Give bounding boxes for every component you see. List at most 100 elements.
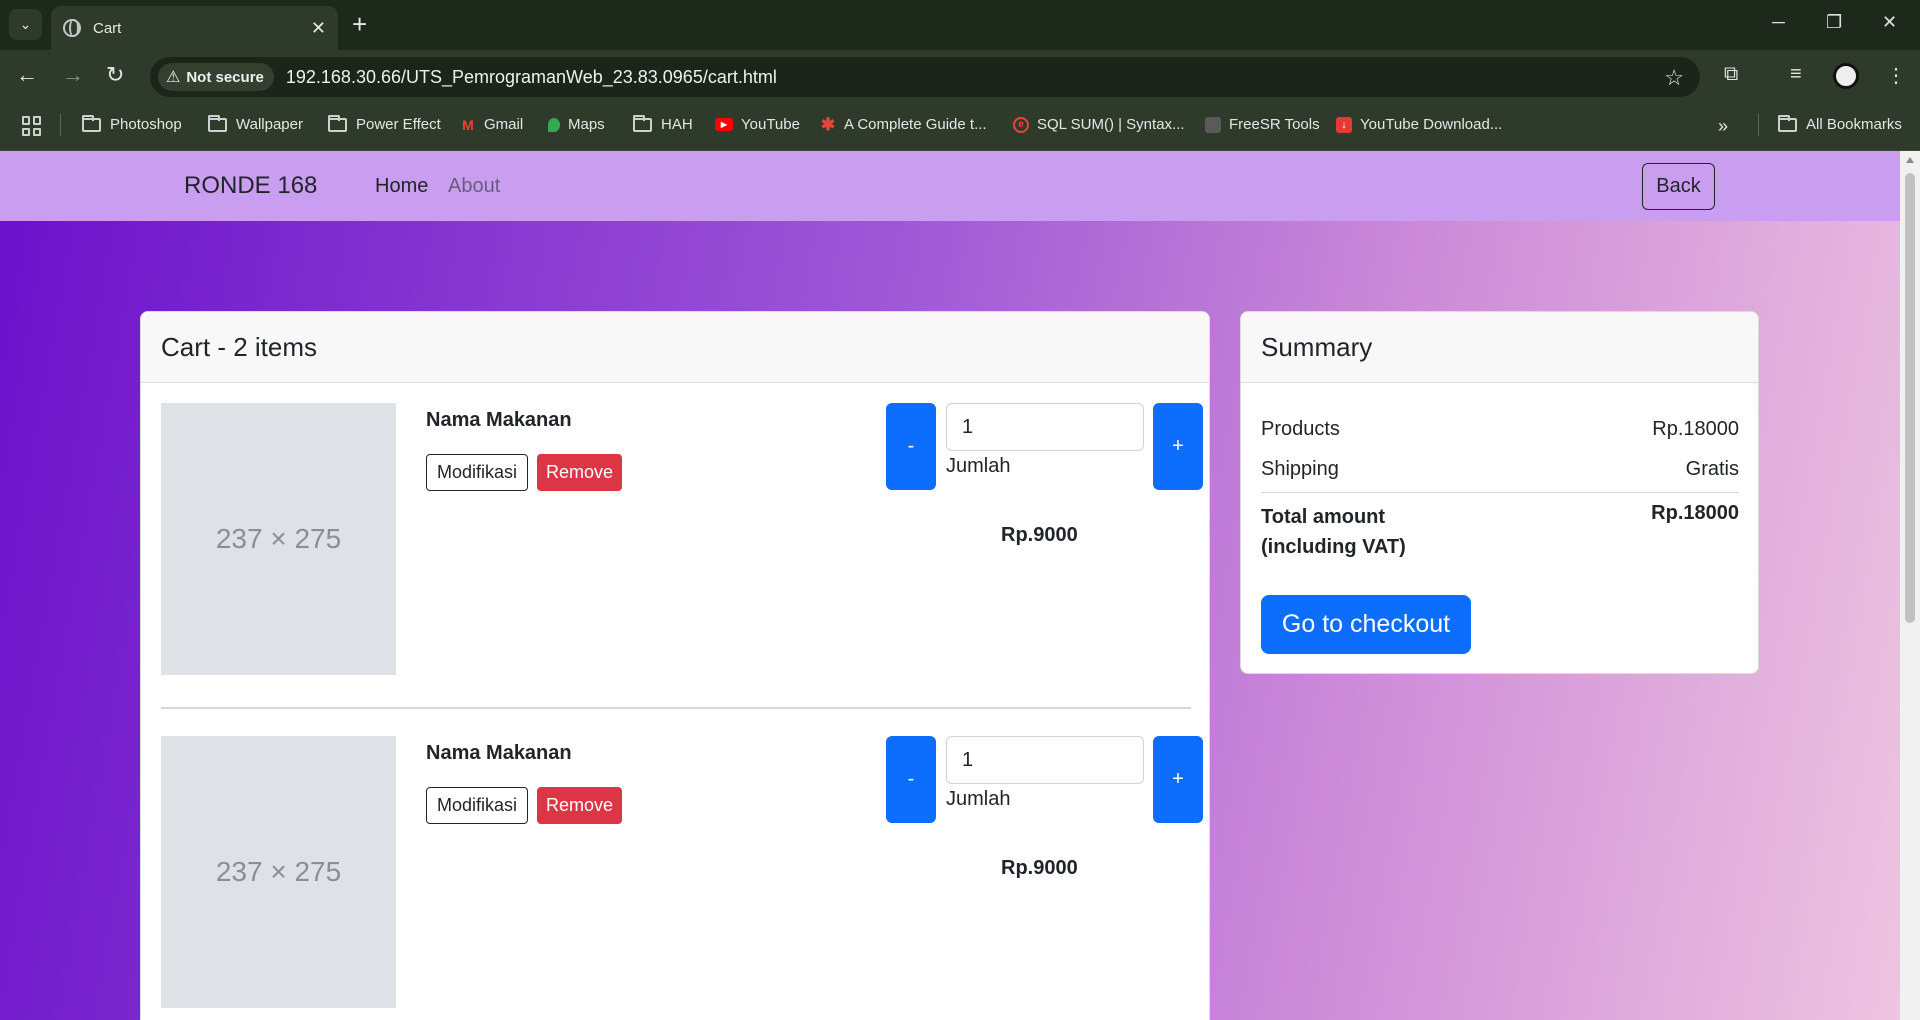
address-bar[interactable]: ⚠ Not secure 192.168.30.66/UTS_Pemrogram…	[150, 57, 1700, 97]
item-price: Rp.9000	[1001, 857, 1078, 879]
window-close-icon[interactable]: ✕	[1882, 12, 1897, 33]
product-image-placeholder: 237 × 275	[161, 403, 396, 675]
warning-icon: ⚠	[166, 69, 181, 86]
increase-quantity-button[interactable]: +	[1153, 736, 1203, 823]
scroll-up-arrow-icon[interactable]	[1906, 157, 1914, 163]
shipping-value: Gratis	[1685, 458, 1739, 480]
nav-home[interactable]: Home	[375, 175, 428, 198]
bookmark-photoshop[interactable]: Photoshop	[82, 114, 182, 133]
browser-tab[interactable]: Cart ✕	[51, 6, 338, 50]
site-brand[interactable]: RONDE 168	[184, 172, 317, 200]
bookmark-power-effect[interactable]: Power Effect	[328, 114, 441, 133]
apps-grid-icon[interactable]	[22, 116, 42, 136]
total-row: Total amount (including VAT) Rp.18000	[1261, 502, 1739, 562]
page-scrollbar[interactable]	[1900, 151, 1920, 1020]
folder-icon	[82, 114, 101, 132]
back-arrow-icon[interactable]: ←	[16, 64, 38, 86]
decrease-quantity-button[interactable]: -	[886, 736, 936, 823]
globe-icon	[63, 19, 81, 37]
decrease-quantity-button[interactable]: -	[886, 403, 936, 490]
modify-button[interactable]: Modifikasi	[426, 454, 528, 491]
bookmark-label: All Bookmarks	[1806, 116, 1902, 133]
url-text[interactable]: 192.168.30.66/UTS_PemrogramanWeb_23.83.0…	[286, 67, 777, 88]
bookmark-hah[interactable]: HAH	[633, 114, 693, 133]
freesr-icon	[1205, 116, 1221, 133]
quantity-input[interactable]	[946, 736, 1144, 784]
bookmark-youtube-download[interactable]: ↓ YouTube Download...	[1336, 116, 1502, 133]
item-name: Nama Makanan	[426, 742, 572, 764]
summary-title: Summary	[1241, 312, 1758, 383]
modify-button[interactable]: Modifikasi	[426, 787, 528, 824]
bookmark-label: Maps	[568, 116, 605, 133]
quantity-label: Jumlah	[946, 455, 1011, 477]
folder-icon	[328, 114, 347, 132]
security-chip[interactable]: ⚠ Not secure	[158, 63, 274, 91]
bookmark-label: YouTube	[741, 116, 800, 133]
bookmark-gmail[interactable]: M Gmail	[460, 116, 523, 133]
folder-icon	[633, 114, 652, 132]
asterisk-icon: ✱	[820, 114, 836, 134]
close-tab-icon[interactable]: ✕	[311, 18, 326, 39]
browser-toolbar: ← → ↻ ⚠ Not secure 192.168.30.66/UTS_Pem…	[0, 50, 1920, 100]
checkout-button[interactable]: Go to checkout	[1261, 595, 1471, 654]
bookmark-label: Photoshop	[110, 116, 182, 133]
bookmark-label: YouTube Download...	[1360, 116, 1503, 133]
more-bookmarks-icon[interactable]: »	[1718, 116, 1728, 137]
scrollbar-thumb[interactable]	[1905, 173, 1915, 623]
bookmark-youtube[interactable]: ▶ YouTube	[715, 116, 800, 133]
shipping-label: Shipping	[1261, 458, 1339, 480]
bookmark-complete-guide[interactable]: ✱ A Complete Guide t...	[820, 114, 987, 134]
summary-card: Summary Products Rp.18000 Shipping Grati…	[1240, 311, 1759, 674]
page-viewport: RONDE 168 Home About Back Cart - 2 items…	[0, 151, 1900, 1020]
nav-about[interactable]: About	[448, 175, 500, 198]
total-value: Rp.18000	[1651, 502, 1739, 524]
new-tab-icon[interactable]: +	[352, 10, 367, 38]
bookmark-label: Wallpaper	[236, 116, 303, 133]
profile-avatar[interactable]	[1833, 63, 1859, 89]
bookmark-freesr-tools[interactable]: FreeSR Tools	[1205, 116, 1320, 133]
products-label: Products	[1261, 418, 1340, 440]
folder-icon	[208, 114, 227, 132]
bookmarks-divider	[60, 114, 61, 136]
remove-button[interactable]: Remove	[537, 787, 622, 824]
w3-icon: e	[1013, 116, 1029, 133]
menu-dots-icon[interactable]: ⋮	[1886, 63, 1906, 88]
total-label: Total amount (including VAT)	[1261, 506, 1406, 558]
tab-search-chevron-icon[interactable]: ⌄	[9, 9, 42, 40]
cart-card: Cart - 2 items 237 × 275 Nama Makanan Mo…	[140, 311, 1210, 1020]
bookmark-maps[interactable]: Maps	[548, 116, 605, 133]
bookmark-sql-sum[interactable]: e SQL SUM() | Syntax...	[1013, 116, 1185, 133]
bookmarks-divider	[1758, 114, 1759, 136]
bookmark-label: FreeSR Tools	[1229, 116, 1320, 133]
bookmark-label: A Complete Guide t...	[844, 116, 987, 133]
tab-strip: ⌄ Cart ✕ + ─ ❐ ✕	[0, 0, 1920, 50]
bookmark-label: Power Effect	[356, 116, 441, 133]
product-image-placeholder: 237 × 275	[161, 736, 396, 1008]
all-bookmarks[interactable]: All Bookmarks	[1778, 114, 1902, 133]
quantity-input[interactable]	[946, 403, 1144, 451]
youtube-icon: ▶	[715, 118, 733, 131]
bookmark-wallpaper[interactable]: Wallpaper	[208, 114, 303, 133]
security-label: Not secure	[186, 68, 264, 86]
back-button[interactable]: Back	[1642, 163, 1715, 210]
tab-title: Cart	[93, 19, 122, 37]
restore-icon[interactable]: ❐	[1826, 12, 1842, 33]
maps-icon	[548, 117, 560, 132]
bookmark-label: HAH	[661, 116, 693, 133]
item-divider	[161, 707, 1191, 709]
quantity-label: Jumlah	[946, 788, 1011, 810]
minimize-icon[interactable]: ─	[1772, 12, 1785, 33]
site-navbar: RONDE 168 Home About Back	[0, 151, 1900, 221]
extensions-icon[interactable]: ⧉	[1724, 63, 1738, 86]
remove-button[interactable]: Remove	[537, 454, 622, 491]
media-controls-icon[interactable]: ≡	[1790, 63, 1802, 86]
summary-divider	[1261, 492, 1739, 493]
gmail-icon: M	[462, 116, 474, 133]
bookmark-label: Gmail	[484, 116, 524, 133]
bookmark-star-icon[interactable]: ☆	[1664, 65, 1684, 91]
products-row: Products Rp.18000	[1261, 418, 1739, 441]
reload-icon[interactable]: ↻	[106, 64, 124, 86]
increase-quantity-button[interactable]: +	[1153, 403, 1203, 490]
cart-title: Cart - 2 items	[141, 312, 1209, 383]
forward-arrow-icon[interactable]: →	[62, 64, 84, 86]
